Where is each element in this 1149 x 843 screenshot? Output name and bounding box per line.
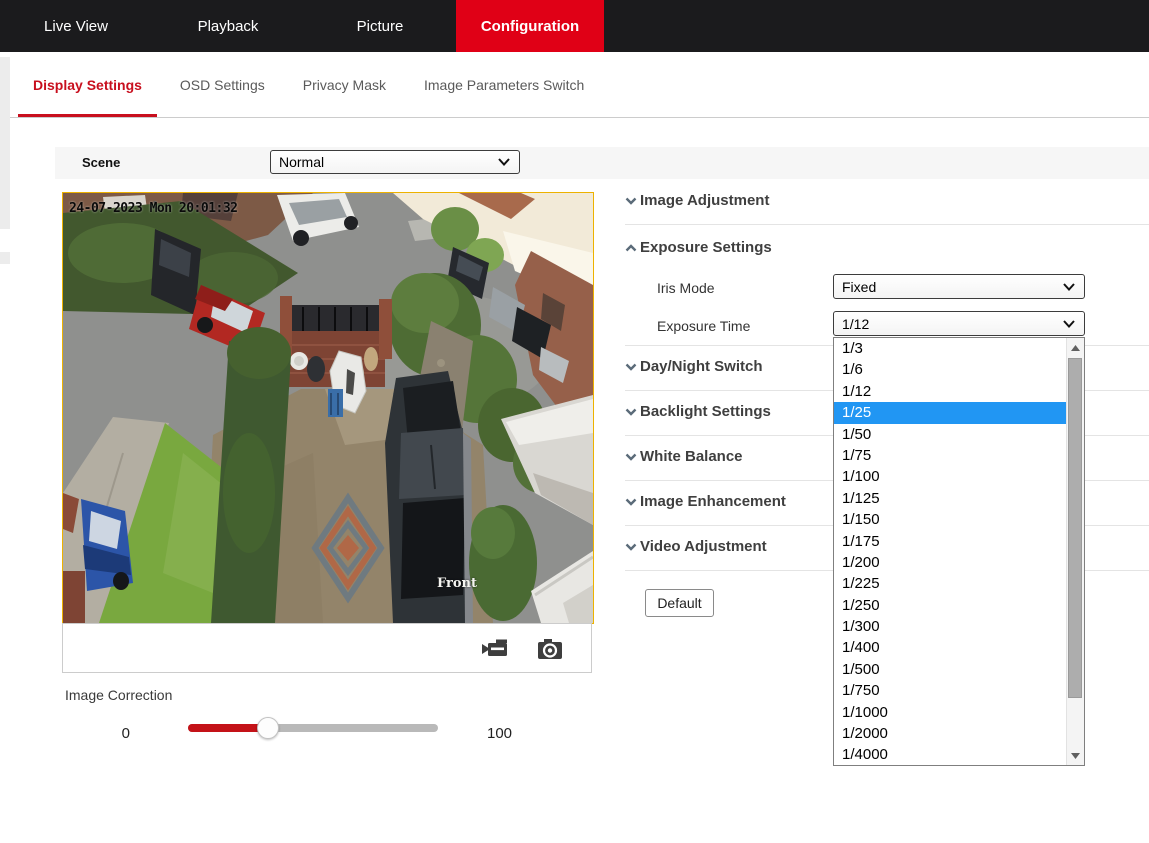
section-image-adjustment[interactable]: Image Adjustment [625,192,769,209]
exposure-time-value: 1/12 [834,316,869,332]
settings-tabbar: Display Settings OSD Settings Privacy Ma… [0,52,1149,118]
dropdown-scrollbar[interactable] [1066,338,1084,765]
osd-camera-name: Front [437,576,477,591]
dropdown-option[interactable]: 1/2000 [834,723,1067,744]
nav-live-view[interactable]: Live View [0,0,152,52]
dropdown-option[interactable]: 1/200 [834,552,1067,573]
dropdown-option[interactable]: 1/75 [834,445,1067,466]
record-video-icon[interactable] [481,638,509,660]
chevron-up-icon [625,244,637,252]
scroll-down-button[interactable] [1067,746,1084,765]
section-title: White Balance [640,448,743,465]
scene-select[interactable]: Normal [270,150,520,174]
osd-timestamp: 24-07-2023 Mon 20:01:32 [69,201,238,216]
dropdown-option[interactable]: 1/225 [834,573,1067,594]
section-title: Day/Night Switch [640,358,763,375]
street-scene-image [63,193,593,623]
chevron-down-icon [625,453,637,461]
dropdown-option[interactable]: 1/4000 [834,744,1067,765]
exposure-time-select[interactable]: 1/12 [833,311,1085,336]
slider-max-label: 100 [487,725,512,742]
dropdown-option[interactable]: 1/125 [834,488,1067,509]
scene-row [55,147,1149,179]
left-edge-strip [0,57,10,229]
left-edge-strip-small [0,252,10,264]
chevron-down-icon [625,498,637,506]
dropdown-option[interactable]: 1/750 [834,680,1067,701]
image-correction-slider[interactable] [188,724,438,732]
dropdown-option[interactable]: 1/6 [834,359,1067,380]
dropdown-option[interactable]: 1/1000 [834,702,1067,723]
section-white-balance[interactable]: White Balance [625,448,743,465]
tab-image-parameters-switch[interactable]: Image Parameters Switch [409,52,599,117]
dropdown-option[interactable]: 1/100 [834,466,1067,487]
dropdown-option[interactable]: 1/400 [834,637,1067,658]
section-video-adjustment[interactable]: Video Adjustment [625,538,767,555]
dropdown-option-highlighted[interactable]: 1/25 [834,402,1067,423]
dropdown-options: 1/3 1/6 1/12 1/25 1/50 1/75 1/100 1/125 … [834,338,1067,765]
chevron-down-icon [1063,283,1075,291]
iris-mode-select[interactable]: Fixed [833,274,1085,299]
chevron-down-icon [625,543,637,551]
live-preview: 24-07-2023 Mon 20:01:32 Front [62,192,594,624]
nav-picture[interactable]: Picture [304,0,456,52]
iris-mode-label: Iris Mode [657,280,715,296]
slider-min-label: 0 [100,725,130,742]
dropdown-option[interactable]: 1/500 [834,659,1067,680]
exposure-time-dropdown: 1/3 1/6 1/12 1/25 1/50 1/75 1/100 1/125 … [833,337,1085,766]
section-title: Backlight Settings [640,403,771,420]
main-nav: Live View Playback Picture Configuration [0,0,1149,52]
divider [625,224,1149,225]
triangle-up-icon [1071,345,1080,351]
scene-select-value: Normal [271,154,324,170]
chevron-down-icon [625,408,637,416]
chevron-down-icon [625,197,637,205]
chevron-down-icon [498,158,510,166]
section-title: Video Adjustment [640,538,767,555]
section-day-night-switch[interactable]: Day/Night Switch [625,358,763,375]
section-title: Exposure Settings [640,239,772,256]
section-exposure-settings[interactable]: Exposure Settings [625,239,772,256]
dropdown-option[interactable]: 1/50 [834,424,1067,445]
chevron-down-icon [625,363,637,371]
slider-fill [188,724,268,732]
nav-configuration[interactable]: Configuration [456,0,604,52]
section-image-enhancement[interactable]: Image Enhancement [625,493,786,510]
scroll-up-button[interactable] [1067,338,1084,357]
default-button[interactable]: Default [645,589,714,617]
tab-display-settings[interactable]: Display Settings [18,52,157,117]
nav-playback[interactable]: Playback [152,0,304,52]
section-title: Image Enhancement [640,493,786,510]
dropdown-option[interactable]: 1/175 [834,531,1067,552]
scene-label: Scene [82,155,120,170]
triangle-down-icon [1071,753,1080,759]
scrollbar-thumb[interactable] [1068,358,1082,698]
dropdown-option[interactable]: 1/150 [834,509,1067,530]
preview-toolbar [62,623,592,673]
exposure-time-label: Exposure Time [657,318,750,334]
dropdown-option[interactable]: 1/250 [834,595,1067,616]
dropdown-option[interactable]: 1/3 [834,338,1067,359]
dropdown-option[interactable]: 1/12 [834,381,1067,402]
section-backlight-settings[interactable]: Backlight Settings [625,403,771,420]
chevron-down-icon [1063,320,1075,328]
dropdown-option[interactable]: 1/300 [834,616,1067,637]
slider-thumb[interactable] [257,717,279,739]
tab-osd-settings[interactable]: OSD Settings [165,52,280,117]
iris-mode-value: Fixed [834,279,876,295]
tab-privacy-mask[interactable]: Privacy Mask [288,52,401,117]
section-title: Image Adjustment [640,192,769,209]
image-correction-label: Image Correction [65,687,172,703]
snapshot-icon[interactable] [537,638,565,660]
